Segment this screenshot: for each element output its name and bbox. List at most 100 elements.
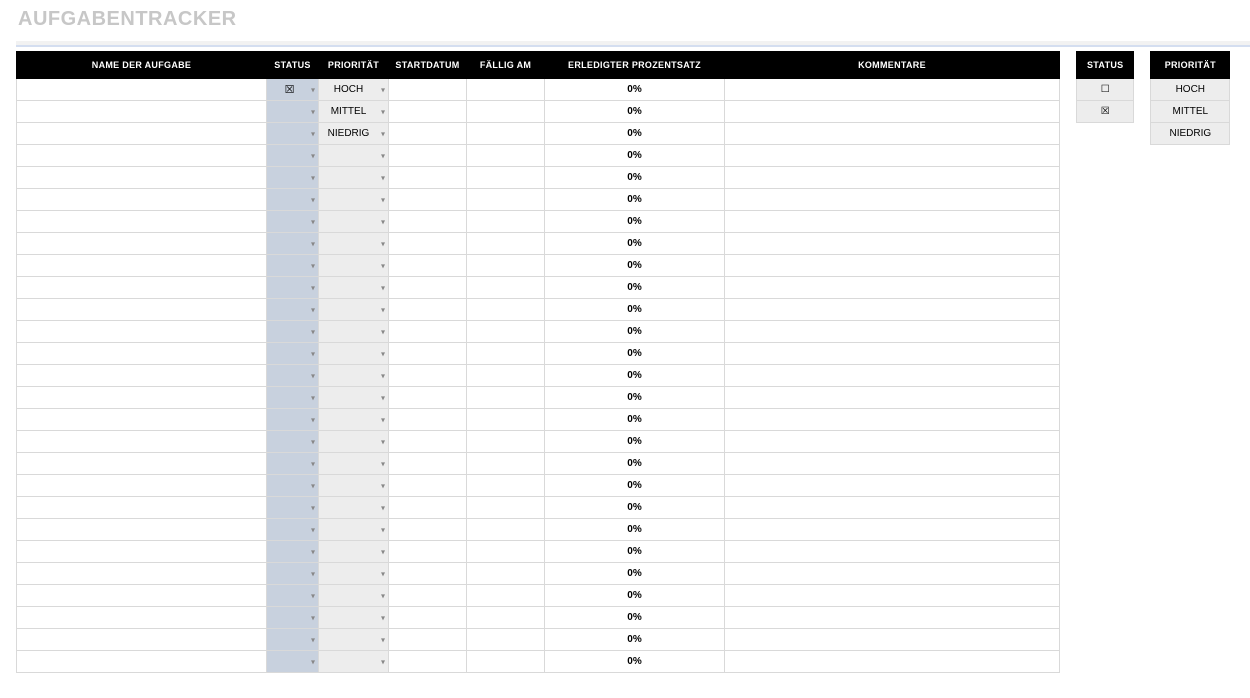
start-date-cell[interactable] — [389, 343, 467, 365]
comments-cell[interactable] — [725, 123, 1060, 145]
percent-cell[interactable]: 0% — [545, 453, 725, 475]
percent-cell[interactable]: 0% — [545, 79, 725, 101]
task-name-cell[interactable] — [17, 475, 267, 497]
percent-cell[interactable]: 0% — [545, 409, 725, 431]
task-name-cell[interactable] — [17, 365, 267, 387]
task-name-cell[interactable] — [17, 321, 267, 343]
status-dropdown[interactable]: ▾ — [267, 211, 319, 233]
percent-cell[interactable]: 0% — [545, 233, 725, 255]
priority-dropdown[interactable]: ▾ — [319, 255, 389, 277]
percent-cell[interactable]: 0% — [545, 343, 725, 365]
due-date-cell[interactable] — [467, 629, 545, 651]
priority-dropdown[interactable]: ▾ — [319, 233, 389, 255]
task-name-cell[interactable] — [17, 629, 267, 651]
status-dropdown[interactable]: ▾ — [267, 101, 319, 123]
comments-cell[interactable] — [725, 189, 1060, 211]
status-dropdown[interactable]: ▾ — [267, 409, 319, 431]
task-name-cell[interactable] — [17, 233, 267, 255]
comments-cell[interactable] — [725, 409, 1060, 431]
due-date-cell[interactable] — [467, 101, 545, 123]
priority-dropdown[interactable]: ▾ — [319, 145, 389, 167]
start-date-cell[interactable] — [389, 475, 467, 497]
status-dropdown[interactable]: ▾ — [267, 629, 319, 651]
comments-cell[interactable] — [725, 343, 1060, 365]
task-name-cell[interactable] — [17, 211, 267, 233]
comments-cell[interactable] — [725, 79, 1060, 101]
start-date-cell[interactable] — [389, 211, 467, 233]
percent-cell[interactable]: 0% — [545, 167, 725, 189]
due-date-cell[interactable] — [467, 651, 545, 673]
percent-cell[interactable]: 0% — [545, 365, 725, 387]
start-date-cell[interactable] — [389, 519, 467, 541]
percent-cell[interactable]: 0% — [545, 189, 725, 211]
task-name-cell[interactable] — [17, 255, 267, 277]
priority-dropdown[interactable]: ▾ — [319, 387, 389, 409]
percent-cell[interactable]: 0% — [545, 563, 725, 585]
start-date-cell[interactable] — [389, 79, 467, 101]
status-dropdown[interactable]: ▾ — [267, 277, 319, 299]
comments-cell[interactable] — [725, 585, 1060, 607]
due-date-cell[interactable] — [467, 123, 545, 145]
percent-cell[interactable]: 0% — [545, 123, 725, 145]
comments-cell[interactable] — [725, 629, 1060, 651]
comments-cell[interactable] — [725, 431, 1060, 453]
priority-dropdown[interactable]: ▾ — [319, 365, 389, 387]
comments-cell[interactable] — [725, 167, 1060, 189]
comments-cell[interactable] — [725, 145, 1060, 167]
priority-dropdown[interactable]: ▾ — [319, 299, 389, 321]
task-name-cell[interactable] — [17, 431, 267, 453]
priority-dropdown[interactable]: ▾ — [319, 563, 389, 585]
status-dropdown[interactable]: ▾ — [267, 343, 319, 365]
priority-dropdown[interactable]: ▾ — [319, 321, 389, 343]
status-dropdown[interactable]: ☒▾ — [267, 79, 319, 101]
comments-cell[interactable] — [725, 321, 1060, 343]
start-date-cell[interactable] — [389, 387, 467, 409]
start-date-cell[interactable] — [389, 651, 467, 673]
start-date-cell[interactable] — [389, 101, 467, 123]
due-date-cell[interactable] — [467, 321, 545, 343]
priority-dropdown[interactable]: ▾ — [319, 211, 389, 233]
percent-cell[interactable]: 0% — [545, 607, 725, 629]
status-dropdown[interactable]: ▾ — [267, 255, 319, 277]
percent-cell[interactable]: 0% — [545, 211, 725, 233]
status-dropdown[interactable]: ▾ — [267, 519, 319, 541]
due-date-cell[interactable] — [467, 365, 545, 387]
start-date-cell[interactable] — [389, 167, 467, 189]
comments-cell[interactable] — [725, 299, 1060, 321]
comments-cell[interactable] — [725, 211, 1060, 233]
due-date-cell[interactable] — [467, 563, 545, 585]
comments-cell[interactable] — [725, 607, 1060, 629]
priority-dropdown[interactable]: MITTEL▾ — [319, 101, 389, 123]
status-dropdown[interactable]: ▾ — [267, 123, 319, 145]
percent-cell[interactable]: 0% — [545, 497, 725, 519]
percent-cell[interactable]: 0% — [545, 541, 725, 563]
task-name-cell[interactable] — [17, 299, 267, 321]
start-date-cell[interactable] — [389, 431, 467, 453]
percent-cell[interactable]: 0% — [545, 585, 725, 607]
status-dropdown[interactable]: ▾ — [267, 475, 319, 497]
percent-cell[interactable]: 0% — [545, 101, 725, 123]
task-name-cell[interactable] — [17, 277, 267, 299]
comments-cell[interactable] — [725, 255, 1060, 277]
priority-dropdown[interactable]: HOCH▾ — [319, 79, 389, 101]
due-date-cell[interactable] — [467, 299, 545, 321]
comments-cell[interactable] — [725, 277, 1060, 299]
due-date-cell[interactable] — [467, 453, 545, 475]
percent-cell[interactable]: 0% — [545, 651, 725, 673]
status-dropdown[interactable]: ▾ — [267, 321, 319, 343]
status-dropdown[interactable]: ▾ — [267, 365, 319, 387]
due-date-cell[interactable] — [467, 189, 545, 211]
percent-cell[interactable]: 0% — [545, 321, 725, 343]
start-date-cell[interactable] — [389, 453, 467, 475]
comments-cell[interactable] — [725, 475, 1060, 497]
due-date-cell[interactable] — [467, 79, 545, 101]
start-date-cell[interactable] — [389, 123, 467, 145]
due-date-cell[interactable] — [467, 255, 545, 277]
due-date-cell[interactable] — [467, 519, 545, 541]
start-date-cell[interactable] — [389, 145, 467, 167]
priority-dropdown[interactable]: NIEDRIG▾ — [319, 123, 389, 145]
task-name-cell[interactable] — [17, 123, 267, 145]
due-date-cell[interactable] — [467, 607, 545, 629]
priority-dropdown[interactable]: ▾ — [319, 541, 389, 563]
task-name-cell[interactable] — [17, 343, 267, 365]
